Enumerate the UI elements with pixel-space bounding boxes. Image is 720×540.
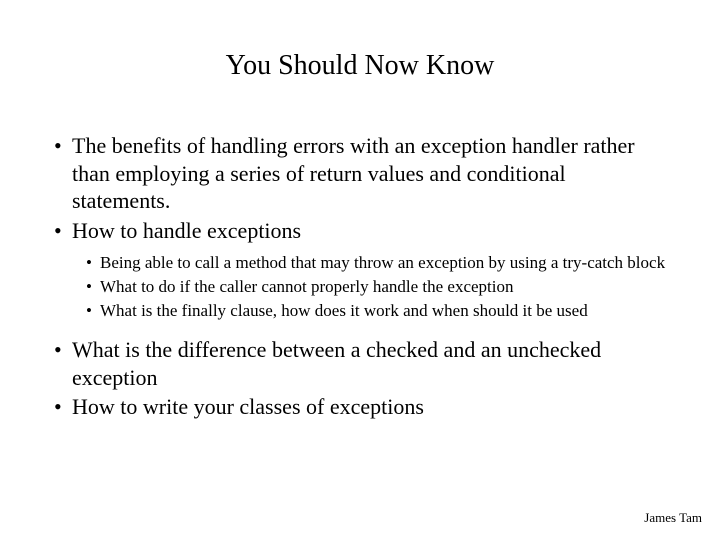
list-item-text: What is the difference between a checked…	[72, 336, 666, 391]
list-item-text: What to do if the caller cannot properly…	[100, 276, 666, 298]
list-item-text: How to write your classes of exceptions	[72, 393, 666, 421]
bullet-icon: •	[54, 393, 72, 421]
bullet-icon: •	[54, 217, 72, 245]
list-item: • What to do if the caller cannot proper…	[86, 276, 666, 298]
footer-author: James Tam	[644, 510, 702, 526]
bullet-list: • The benefits of handling errors with a…	[54, 132, 666, 421]
bullet-icon: •	[54, 132, 72, 215]
list-item-text: What is the finally clause, how does it …	[100, 300, 666, 322]
list-item: • What is the difference between a check…	[54, 336, 666, 391]
list-item: • How to handle exceptions • Being able …	[54, 217, 666, 323]
list-item: • How to write your classes of exception…	[54, 393, 666, 421]
list-item: • What is the finally clause, how does i…	[86, 300, 666, 322]
bullet-icon: •	[86, 300, 100, 322]
list-item-text: The benefits of handling errors with an …	[72, 132, 666, 215]
bullet-icon: •	[86, 276, 100, 298]
list-item: • Being able to call a method that may t…	[86, 252, 666, 274]
bullet-icon: •	[86, 252, 100, 274]
sub-bullet-list: • Being able to call a method that may t…	[86, 252, 666, 322]
list-item: • The benefits of handling errors with a…	[54, 132, 666, 215]
bullet-icon: •	[54, 336, 72, 391]
slide: You Should Now Know • The benefits of ha…	[0, 0, 720, 540]
list-item-text: How to handle exceptions	[72, 217, 666, 245]
slide-title: You Should Now Know	[54, 50, 666, 82]
list-item-text: Being able to call a method that may thr…	[100, 252, 666, 274]
